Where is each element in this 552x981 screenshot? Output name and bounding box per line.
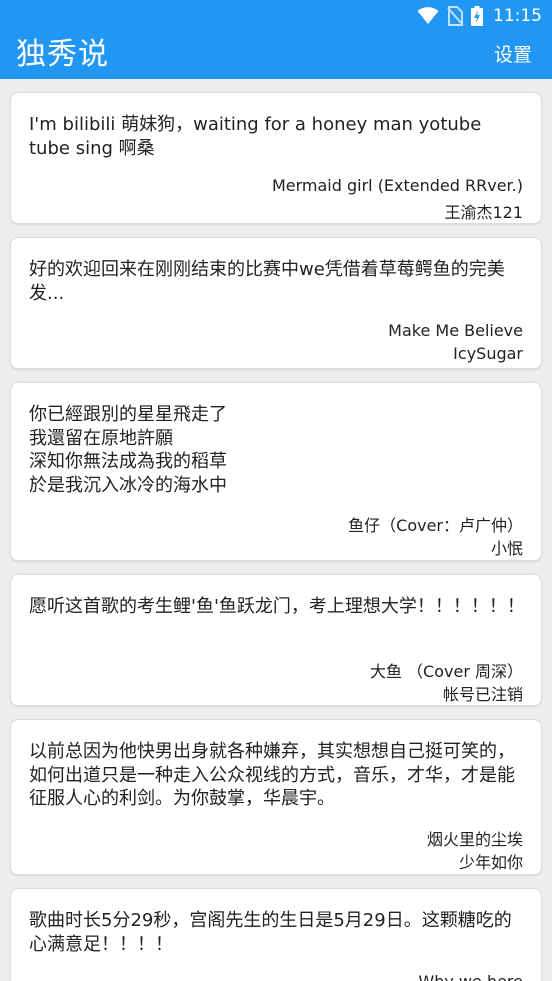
post-user: 帐号已注销: [442, 685, 523, 704]
settings-button[interactable]: 设置: [494, 40, 532, 70]
app-title: 独秀说: [16, 37, 109, 72]
battery-charging-icon: [471, 6, 483, 26]
status-time: 11:15: [493, 6, 542, 26]
post-text: 歌曲时长5分29秒，宫阁先生的生日是5月29日。这颗糖吃的心满意足！！！！: [29, 910, 512, 955]
post-song: Make Me Believe: [388, 321, 523, 340]
post-user: 少年如你: [458, 853, 523, 872]
status-icons: 11:15: [417, 4, 542, 28]
post-card[interactable]: 你已經跟別的星星飛走了 我還留在原地許願 深知你無法成為我的稻草 於是我沉入冰冷…: [10, 382, 542, 561]
post-song: 大鱼 （Cover 周深）: [369, 662, 523, 681]
post-card[interactable]: 好的欢迎回来在刚刚结束的比赛中we凭借着草莓鳄鱼的完美发... Make Me …: [10, 237, 542, 369]
post-song: 鱼仔（Cover：卢广仲）: [348, 516, 523, 535]
post-user: IcySugar: [453, 344, 523, 363]
no-sim-icon: [447, 6, 463, 26]
post-card[interactable]: I'm bilibili 萌妹狗，waiting for a honey man…: [10, 92, 542, 224]
post-text: 以前总因为他快男出身就各种嫌弃，其实想想自己挺可笑的，如何出道只是一种走入公众视…: [29, 741, 515, 809]
app-bar: 独秀说 设置: [0, 32, 552, 79]
status-bar: 11:15: [0, 0, 552, 32]
post-song: Mermaid girl (Extended RRver.): [271, 176, 523, 195]
wifi-icon: [417, 7, 439, 24]
post-text: 好的欢迎回来在刚刚结束的比赛中we凭借着草莓鳄鱼的完美发...: [29, 259, 505, 304]
post-text: 愿听这首歌的考生鲤'鱼'鱼跃龙门，考上理想大学！！！！！！: [29, 596, 525, 617]
post-card[interactable]: 歌曲时长5分29秒，宫阁先生的生日是5月29日。这颗糖吃的心满意足！！！！ Wh…: [10, 888, 542, 981]
post-user: 小怋: [490, 539, 523, 558]
post-card[interactable]: 以前总因为他快男出身就各种嫌弃，其实想想自己挺可笑的，如何出道只是一种走入公众视…: [10, 719, 542, 875]
post-card[interactable]: 愿听这首歌的考生鲤'鱼'鱼跃龙门，考上理想大学！！！！！！ 大鱼 （Cover …: [10, 574, 542, 706]
post-song: Why we here: [418, 972, 523, 981]
post-list[interactable]: I'm bilibili 萌妹狗，waiting for a honey man…: [0, 79, 552, 981]
post-user: 王渝杰121: [444, 203, 523, 222]
post-song: 烟火里的尘埃: [426, 830, 523, 849]
post-text: I'm bilibili 萌妹狗，waiting for a honey man…: [29, 114, 488, 159]
post-text: 你已經跟別的星星飛走了 我還留在原地許願 深知你無法成為我的稻草 於是我沉入冰冷…: [29, 404, 227, 496]
